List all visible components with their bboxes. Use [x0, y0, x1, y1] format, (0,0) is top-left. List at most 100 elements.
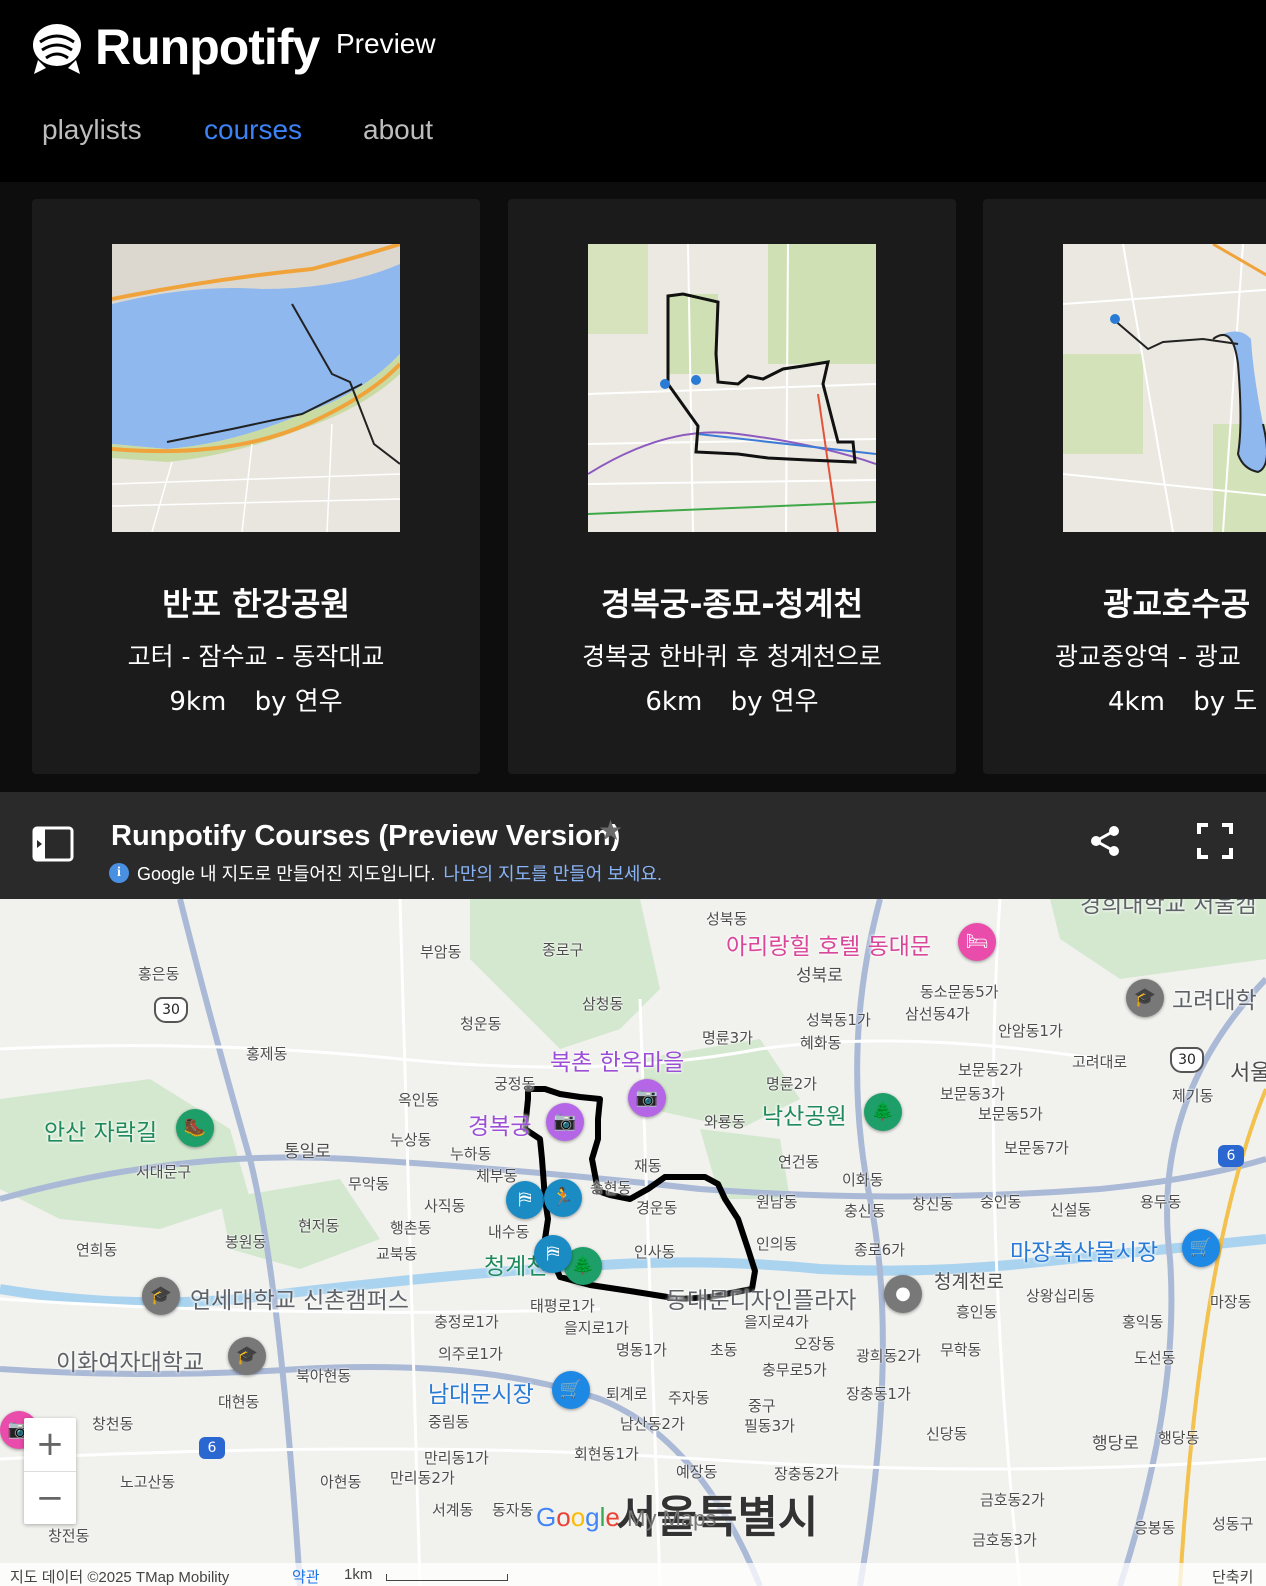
course-card[interactable]: 광교호수공 광교중앙역 - 광교 4km by 도 — [983, 199, 1266, 774]
zoom-control: + − — [24, 1418, 76, 1524]
map-label: 중림동 — [428, 1413, 470, 1431]
map-label: 옥인동 — [398, 1091, 440, 1109]
map-label: 의주로1가 — [438, 1345, 503, 1363]
hotel-icon[interactable]: 🛏 — [958, 923, 996, 961]
poi-label[interactable]: 아리랑힐 호텔 동대문 — [726, 927, 931, 961]
map-label: 충무로5가 — [762, 1361, 827, 1379]
poi-label[interactable]: 이화여자대학교 — [56, 1343, 204, 1377]
course-map[interactable]: 성북동 부암동 종로구 홍은동 삼청동 청운동 명륜3가 성북동1가 혜화동 동… — [0, 899, 1266, 1586]
course-distance: 4km — [1108, 687, 1165, 717]
mymaps-info: i Google 내 지도로 만들어진 지도입니다. 나만의 지도를 만들어 보… — [109, 860, 662, 886]
poi-label[interactable]: 마장축산물시장 — [1010, 1233, 1158, 1267]
course-title: 경복궁-종묘-청계천 — [600, 585, 864, 623]
map-label: 성북동 — [706, 910, 748, 928]
map-label: 원남동 — [756, 1193, 798, 1211]
poi-label[interactable]: 낙산공원 — [762, 1097, 847, 1131]
terms-link[interactable]: 약관 — [292, 1566, 320, 1586]
map-label: 오장동 — [794, 1335, 836, 1353]
school-icon[interactable]: 🎓 — [228, 1337, 266, 1375]
poi-label[interactable]: 경희대학교 서울캠 — [1080, 899, 1257, 919]
map-label: 성동구 — [1212, 1515, 1254, 1533]
map-label: 서울 — [1230, 1061, 1266, 1086]
map-label: 서계동 — [432, 1501, 474, 1519]
running-icon[interactable]: 🏃 — [544, 1179, 582, 1217]
map-label: 숭인동 — [980, 1193, 1022, 1211]
cart-icon[interactable]: 🛒 — [552, 1371, 590, 1409]
map-label: 명륜3가 — [702, 1029, 753, 1047]
camera-icon[interactable]: 📷 — [628, 1079, 666, 1117]
place-icon[interactable]: ● — [884, 1275, 922, 1313]
map-label: 누상동 — [390, 1131, 432, 1149]
nav-playlists[interactable]: playlists — [42, 114, 142, 146]
poi-label[interactable]: 동대문디자인플라자 — [666, 1281, 856, 1315]
map-label: 교북동 — [376, 1245, 418, 1263]
poi-label[interactable]: 고려대학 — [1172, 981, 1257, 1015]
map-label: 태평로1가 — [530, 1297, 595, 1315]
map-label: 초동 — [710, 1341, 738, 1359]
map-label: 마장동 — [1210, 1293, 1252, 1311]
map-label: 이화동 — [842, 1171, 884, 1189]
keyboard-shortcuts[interactable]: 단축키 — [1212, 1566, 1253, 1586]
course-start-marker[interactable]: ⛿ — [506, 1181, 544, 1219]
map-label: 동소문동5가 — [920, 983, 999, 1001]
map-label: 응봉동 — [1134, 1519, 1176, 1537]
brand-name[interactable]: Runpotify — [95, 16, 320, 78]
preview-badge: Preview — [336, 28, 436, 59]
map-label: 동자동 — [492, 1501, 534, 1519]
map-label: 신설동 — [1050, 1201, 1092, 1219]
poi-label[interactable]: 안산 자락길 — [44, 1113, 157, 1147]
nav-about[interactable]: about — [363, 114, 433, 146]
camera-icon[interactable]: 📷 — [546, 1103, 584, 1141]
google-mymaps-logo: Google My Maps — [536, 1502, 717, 1532]
map-label: 회현동1가 — [574, 1445, 639, 1463]
zoom-in-button[interactable]: + — [24, 1418, 76, 1471]
course-map-thumbnail — [112, 244, 400, 532]
route-shield-30: 30 — [1170, 1047, 1204, 1073]
poi-label[interactable]: 북촌 한옥마을 — [550, 1043, 684, 1077]
map-label: 명동1가 — [616, 1341, 667, 1359]
course-title: 광교호수공 — [1103, 585, 1251, 623]
share-icon[interactable] — [1088, 824, 1122, 858]
cart-icon[interactable]: 🛒 — [1182, 1229, 1220, 1267]
course-route: 고터 - 잠수교 - 동작대교 — [127, 642, 385, 671]
fullscreen-icon[interactable] — [1196, 822, 1234, 860]
info-icon: i — [109, 863, 129, 883]
course-route: 경복궁 한바퀴 후 청계천으로 — [582, 642, 882, 671]
course-card[interactable]: 경복궁-종묘-청계천 경복궁 한바퀴 후 청계천으로 6km by 연우 — [508, 199, 956, 774]
route-badge-6: 6 — [199, 1437, 225, 1459]
course-map-thumbnail — [1063, 244, 1266, 532]
course-card-list[interactable]: 반포 한강공원 고터 - 잠수교 - 동작대교 9km by 연우 경복궁-종묘… — [0, 182, 1266, 792]
create-map-link[interactable]: 나만의 지도를 만들어 보세요. — [443, 860, 662, 886]
school-icon[interactable]: 🎓 — [142, 1277, 180, 1315]
course-author: by 도 — [1193, 687, 1258, 717]
map-label: 현저동 — [298, 1217, 340, 1235]
map-label: 주자동 — [668, 1389, 710, 1407]
course-end-marker[interactable]: ⛿ — [534, 1235, 572, 1273]
course-card[interactable]: 반포 한강공원 고터 - 잠수교 - 동작대교 9km by 연우 — [32, 199, 480, 774]
map-label: 보문동7가 — [1004, 1139, 1069, 1157]
map-label: 안암동1가 — [998, 1022, 1063, 1040]
hiking-icon[interactable]: 🥾 — [176, 1109, 214, 1147]
mymaps-header: Runpotify Courses (Preview Version) ★ i … — [0, 792, 1266, 899]
map-label: 통일로 — [284, 1142, 331, 1162]
sidebar-toggle-icon[interactable] — [32, 826, 74, 862]
poi-label[interactable]: 남대문시장 — [428, 1375, 534, 1409]
map-label: 상왕십리동 — [1026, 1287, 1096, 1305]
school-icon[interactable]: 🎓 — [1126, 979, 1164, 1017]
course-distance: 6km — [645, 687, 703, 717]
star-icon[interactable]: ★ — [598, 814, 623, 847]
map-label: 내수동 — [488, 1223, 530, 1241]
app-header: Runpotify Preview playlists courses abou… — [0, 0, 1266, 182]
poi-label[interactable]: 경복궁 — [468, 1107, 531, 1141]
map-label: 재동 — [634, 1157, 662, 1175]
poi-label[interactable]: 연세대학교 신촌캠퍼스 — [190, 1281, 409, 1315]
map-label: 광희동2가 — [856, 1347, 921, 1365]
zoom-out-button[interactable]: − — [24, 1472, 76, 1525]
map-label: 누하동 — [450, 1145, 492, 1163]
tree-icon[interactable]: 🌲 — [864, 1093, 902, 1131]
nav-courses[interactable]: courses — [204, 114, 302, 146]
map-label: 삼청동 — [582, 995, 624, 1013]
map-label: 경운동 — [636, 1199, 678, 1217]
map-label: 만리동2가 — [390, 1469, 455, 1487]
route-badge-6: 6 — [1218, 1145, 1244, 1167]
